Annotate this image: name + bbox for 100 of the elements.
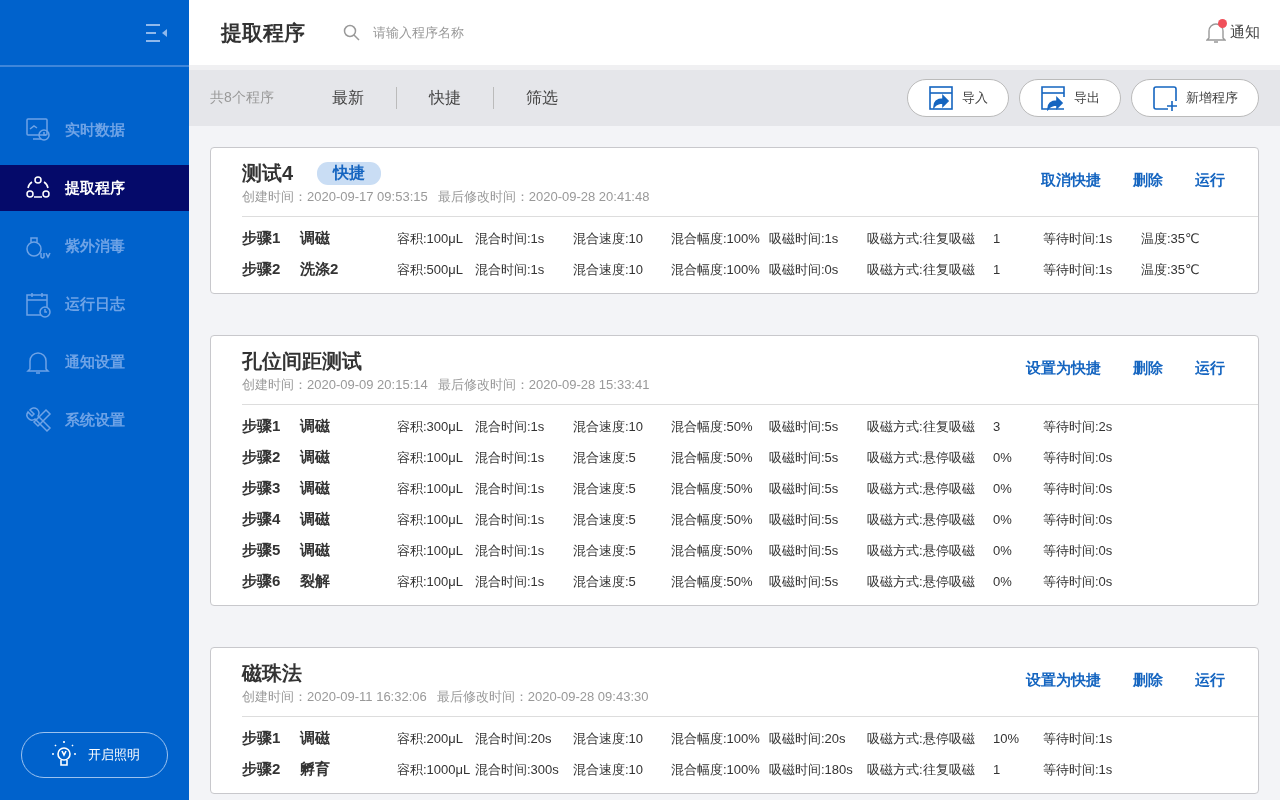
action-link[interactable]: 运行 — [1195, 671, 1225, 690]
export-icon — [1040, 85, 1066, 111]
filter-tab[interactable]: 最新 — [330, 87, 396, 109]
step-param: 混合幅度:50% — [671, 417, 754, 436]
step-param: 混合幅度:50% — [671, 541, 754, 560]
tools-icon — [24, 406, 52, 434]
step-param: 容积:100μL — [397, 510, 465, 529]
step-param: 混合时间:1s — [475, 541, 546, 560]
step-param: 吸磁方式:悬停吸磁 — [867, 572, 976, 591]
import-button[interactable]: 导入 — [907, 79, 1009, 117]
add-icon — [1152, 85, 1178, 111]
action-link[interactable]: 运行 — [1195, 359, 1225, 378]
action-link[interactable]: 删除 — [1133, 671, 1163, 690]
step-name: 调磁 — [300, 448, 331, 467]
step-param: 等待时间:1s — [1043, 729, 1114, 748]
step-param: 1 — [993, 231, 1002, 246]
action-link[interactable]: 删除 — [1133, 171, 1163, 190]
created-time: 创建时间：2020-09-11 16:32:06 — [242, 688, 427, 706]
step-name: 调磁 — [300, 417, 331, 436]
step-param: 吸磁方式:往复吸磁 — [867, 417, 976, 436]
bell-icon[interactable] — [1206, 21, 1226, 44]
step-param: 混合速度:5 — [573, 448, 637, 467]
step-param: 吸磁时间:5s — [769, 417, 840, 436]
modified-time: 最后修改时间：2020-09-28 09:43:30 — [436, 688, 649, 706]
step-param: 等待时间:0s — [1043, 479, 1114, 498]
step-param: 混合时间:1s — [475, 260, 546, 279]
step-param: 混合时间:1s — [475, 479, 546, 498]
step-param: 容积:300μL — [397, 417, 465, 436]
step-param: 吸磁时间:5s — [769, 448, 840, 467]
step-param: 混合时间:1s — [475, 572, 546, 591]
step-param: 吸磁时间:20s — [769, 729, 847, 748]
step-name: 孵育 — [300, 760, 331, 779]
step-label: 步骤2 — [242, 760, 282, 779]
action-link[interactable]: 删除 — [1133, 359, 1163, 378]
created-time: 创建时间：2020-09-09 20:15:14 — [242, 376, 428, 394]
step-param: 吸磁时间:0s — [769, 260, 840, 279]
step-param: 0% — [993, 574, 1013, 589]
step-param: 吸磁时间:5s — [769, 479, 840, 498]
step-param: 温度:35℃ — [1141, 260, 1201, 279]
calendar-icon — [24, 290, 52, 318]
step-param: 吸磁方式:悬停吸磁 — [867, 510, 976, 529]
step-param: 混合幅度:100% — [671, 229, 761, 248]
step-param: 容积:100μL — [397, 541, 465, 560]
step-param: 10% — [993, 731, 1021, 746]
step-param: 混合速度:5 — [573, 541, 637, 560]
step-param: 容积:500μL — [397, 260, 465, 279]
step-param: 吸磁方式:往复吸磁 — [867, 229, 976, 248]
filter-tab[interactable]: 快捷 — [396, 87, 493, 109]
notification-label[interactable]: 通知 — [1230, 23, 1260, 42]
step-param: 等待时间:2s — [1043, 417, 1114, 436]
filter-tab[interactable]: 筛选 — [493, 87, 590, 109]
step-param: 吸磁方式:往复吸磁 — [867, 260, 976, 279]
step-param: 0% — [993, 512, 1013, 527]
step-label: 步骤2 — [242, 448, 282, 467]
step-param: 等待时间:0s — [1043, 541, 1114, 560]
step-label: 步骤3 — [242, 479, 282, 498]
sidebar-item[interactable]: 提取程序 — [0, 165, 189, 211]
step-name: 调磁 — [300, 729, 331, 748]
page-title: 提取程序 — [221, 19, 305, 46]
step-param: 吸磁方式:悬停吸磁 — [867, 448, 976, 467]
step-param: 容积:100μL — [397, 229, 465, 248]
shortcut-tag: 快捷 — [317, 161, 382, 185]
step-param: 容积:200μL — [397, 729, 465, 748]
step-param: 容积:100μL — [397, 479, 465, 498]
step-param: 混合幅度:50% — [671, 448, 754, 467]
step-name: 洗涤2 — [300, 260, 340, 279]
step-label: 步骤1 — [242, 417, 282, 436]
step-param: 等待时间:0s — [1043, 572, 1114, 591]
export-button[interactable]: 导出 — [1019, 79, 1121, 117]
step-param: 容积:100μL — [397, 572, 465, 591]
modified-time: 最后修改时间：2020-09-28 20:41:48 — [437, 188, 650, 206]
step-label: 步骤6 — [242, 572, 282, 591]
step-label: 步骤2 — [242, 260, 282, 279]
step-param: 0% — [993, 543, 1013, 558]
step-param: 0% — [993, 450, 1013, 465]
step-param: 0% — [993, 481, 1013, 496]
step-param: 混合时间:1s — [475, 417, 546, 436]
step-param: 混合时间:1s — [475, 448, 546, 467]
step-param: 混合速度:10 — [573, 760, 645, 779]
step-param: 容积:100μL — [397, 448, 465, 467]
program-count: 共8个程序 — [210, 89, 275, 107]
step-label: 步骤1 — [242, 229, 282, 248]
step-param: 混合速度:10 — [573, 417, 645, 436]
step-name: 调磁 — [300, 541, 331, 560]
action-link[interactable]: 运行 — [1195, 171, 1225, 190]
collapse-menu-icon[interactable] — [145, 22, 169, 43]
step-param: 混合时间:20s — [475, 729, 553, 748]
program-name: 孔位间距测试 — [242, 348, 362, 374]
monitor-icon — [24, 116, 52, 144]
step-param: 混合速度:5 — [573, 479, 637, 498]
step-label: 步骤4 — [242, 510, 282, 529]
step-param: 等待时间:1s — [1043, 760, 1114, 779]
action-link[interactable]: 取消快捷 — [1041, 171, 1101, 190]
step-param: 吸磁时间:5s — [769, 510, 840, 529]
step-param: 吸磁时间:5s — [769, 541, 840, 560]
step-param: 吸磁时间:1s — [769, 229, 840, 248]
step-param: 混合速度:5 — [573, 510, 637, 529]
action-link[interactable]: 设置为快捷 — [1026, 359, 1101, 378]
add-program-button[interactable]: 新增程序 — [1131, 79, 1259, 117]
action-link[interactable]: 设置为快捷 — [1026, 671, 1101, 690]
